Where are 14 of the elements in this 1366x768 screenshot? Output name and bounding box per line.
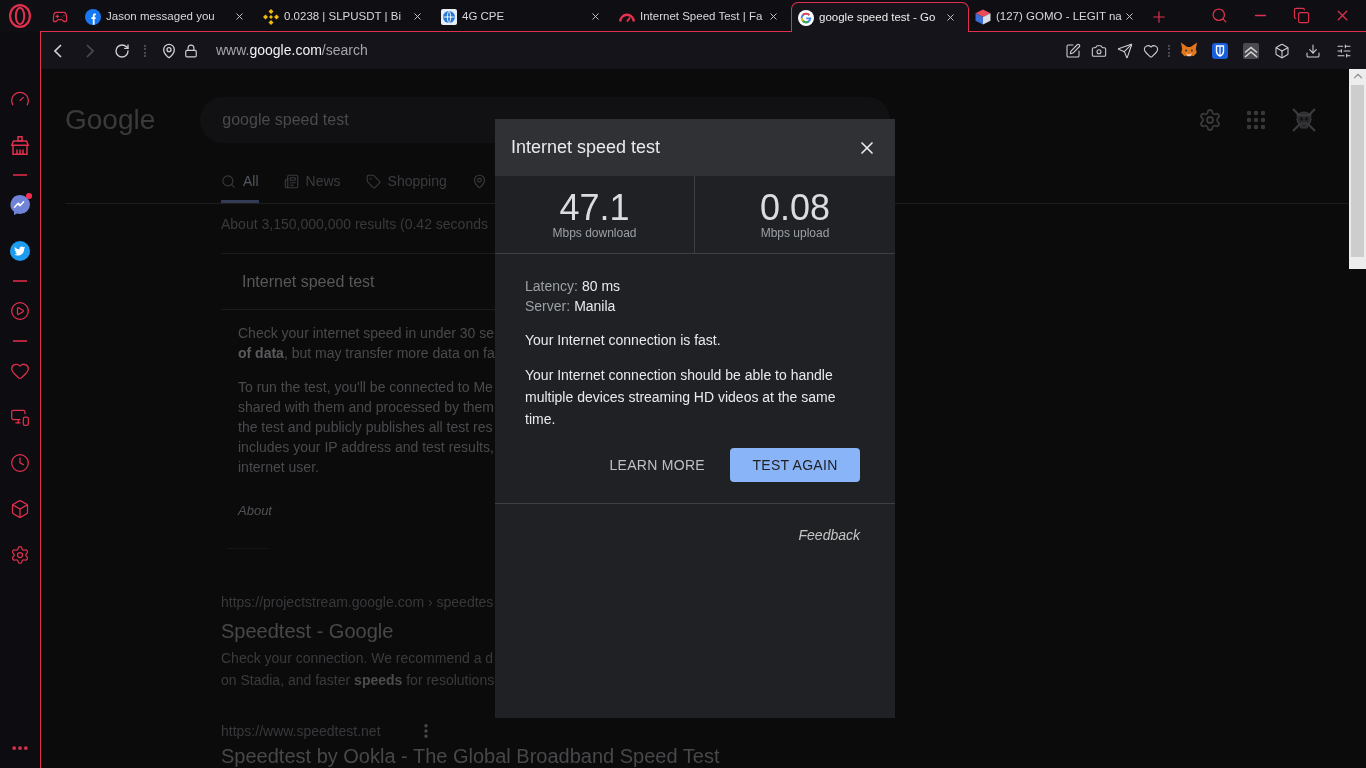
card-title: Internet speed test bbox=[242, 271, 375, 292]
dialog-title: Internet speed test bbox=[511, 136, 661, 159]
detail-label: Server: bbox=[525, 296, 571, 316]
card-paragraph: To run the test, you'll be connected to Me shared with them and processed by them the test and publicly publishes all test res includes your IP address and test results, internet user. bbox=[238, 378, 495, 477]
detail-value: 80 ms bbox=[581, 276, 621, 296]
card-paragraph: Check your internet speed in under 30 se of data, but may transfer more data on fa bbox=[238, 324, 495, 363]
speed-verdict: Your Internet connection is fast. bbox=[525, 331, 721, 350]
speed-description: Your Internet connection should be able to handle multiple devices streaming HD videos at the same time. bbox=[525, 366, 837, 429]
speed-unit: Mbps download bbox=[552, 226, 637, 240]
detail-label: Latency: bbox=[525, 276, 578, 296]
speed-value: 47.1 bbox=[559, 188, 630, 228]
detail-value: Manila bbox=[574, 296, 616, 316]
speed-value: 0.08 bbox=[759, 188, 831, 228]
speed-unit: Mbps upload bbox=[760, 226, 830, 240]
